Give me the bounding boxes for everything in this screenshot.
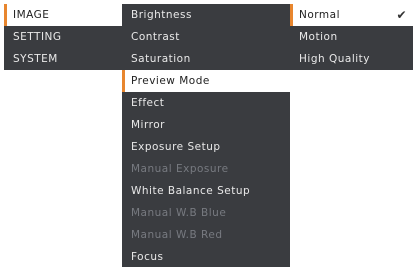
menu-item-label: Preview Mode: [131, 75, 210, 87]
menu-item-system[interactable]: SYSTEM: [4, 48, 122, 70]
menu-item-label: Saturation: [131, 53, 191, 65]
option-motion[interactable]: Motion: [290, 26, 413, 48]
menu-item-exposure-setup[interactable]: Exposure Setup: [122, 136, 290, 158]
menu-item-contrast[interactable]: Contrast: [122, 26, 290, 48]
menu-item-brightness[interactable]: Brightness: [122, 4, 290, 26]
menu-item-focus[interactable]: Focus: [122, 246, 290, 268]
menu-item-label: Mirror: [131, 119, 165, 131]
menu-item-manual-wb-red: Manual W.B Red: [122, 224, 290, 246]
menu-item-mirror[interactable]: Mirror: [122, 114, 290, 136]
menu-item-label: IMAGE: [13, 9, 50, 21]
menu-item-white-balance-setup[interactable]: White Balance Setup: [122, 180, 290, 202]
menu-item-label: White Balance Setup: [131, 185, 251, 197]
menu-item-label: Brightness: [131, 9, 192, 21]
menu-item-manual-exposure: Manual Exposure: [122, 158, 290, 180]
menu-item-label: Contrast: [131, 31, 180, 43]
menu-item-label: Focus: [131, 251, 164, 263]
option-label: Normal: [299, 9, 340, 21]
option-label: Motion: [299, 31, 338, 43]
option-high-quality[interactable]: High Quality: [290, 48, 413, 70]
preview-mode-submenu: Normal ✔ Motion High Quality: [290, 4, 413, 70]
menu-item-manual-wb-blue: Manual W.B Blue: [122, 202, 290, 224]
menu-item-preview-mode[interactable]: Preview Mode: [122, 70, 290, 92]
option-label: High Quality: [299, 53, 370, 65]
checkmark-icon: ✔: [396, 8, 407, 22]
menu-item-image[interactable]: IMAGE: [4, 4, 122, 26]
menu-item-label: Manual W.B Blue: [131, 207, 227, 219]
option-normal[interactable]: Normal ✔: [290, 4, 413, 26]
main-menu: IMAGE SETTING SYSTEM: [4, 4, 122, 70]
menu-item-label: Effect: [131, 97, 165, 109]
image-submenu: Brightness Contrast Saturation Preview M…: [122, 4, 290, 267]
menu-item-effect[interactable]: Effect: [122, 92, 290, 114]
menu-item-setting[interactable]: SETTING: [4, 26, 122, 48]
menu-item-label: Manual W.B Red: [131, 229, 223, 241]
menu-item-saturation[interactable]: Saturation: [122, 48, 290, 70]
menu-item-label: Exposure Setup: [131, 141, 221, 153]
menu-item-label: Manual Exposure: [131, 163, 229, 175]
menu-item-label: SETTING: [13, 31, 62, 43]
menu-item-label: SYSTEM: [13, 53, 58, 65]
